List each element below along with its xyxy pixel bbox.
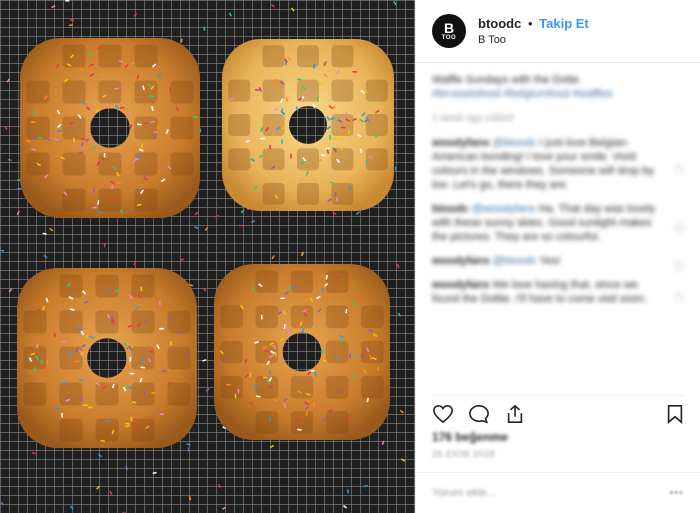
caption-tags[interactable]: #brusselsfood #belgiumfood #waffles: [432, 88, 613, 100]
edited-text: 1 week ago edited: [432, 113, 514, 124]
header-row: btoodc • Takip Et: [478, 16, 589, 31]
waffle-top-right: [222, 39, 394, 211]
edited-note: 1 week ago edited: [432, 111, 684, 126]
comment-item: woodyfans We love having that, since we …: [432, 278, 684, 306]
comments-list: Waffle Sundays with the Dotte. #brussels…: [416, 63, 700, 306]
comment-item: woodyfans @btoodc I just love Belgian-Am…: [432, 136, 684, 192]
avatar-subtext: TOO: [441, 35, 457, 41]
post-photo[interactable]: [0, 0, 415, 513]
display-name: B Too: [478, 34, 506, 46]
comment-like-icon[interactable]: [675, 261, 684, 270]
comment-item: woodyfans @btoodc Yes!: [432, 254, 684, 270]
comment-like-icon[interactable]: [675, 164, 684, 173]
comment-like-icon[interactable]: [675, 223, 684, 232]
post-side-panel: B TOO btoodc • Takip Et B Too Waffle Sun…: [415, 0, 700, 513]
comment-username[interactable]: btoodc: [432, 203, 469, 215]
comment-item: btoodc @woodyfans Ha. That day was lovel…: [432, 202, 684, 244]
bookmark-icon[interactable]: [666, 404, 684, 424]
waffle-photo-image: [0, 0, 415, 513]
avatar-letter: B: [443, 20, 455, 36]
comment-mention[interactable]: @btoodc: [493, 137, 537, 149]
caption: Waffle Sundays with the Dotte. #brussels…: [432, 73, 684, 101]
more-options-icon[interactable]: •••: [669, 487, 684, 499]
comment-mention[interactable]: @woodyfans: [472, 203, 536, 215]
header-info: btoodc • Takip Et B Too: [478, 16, 589, 46]
add-comment-input[interactable]: Yorum ekle...: [432, 487, 496, 499]
caption-text: Waffle Sundays with the Dotte.: [432, 74, 582, 86]
action-bar: [432, 395, 684, 424]
comment-text: Yes!: [539, 255, 561, 267]
waffle-bottom-left: [17, 268, 197, 448]
post-date: 26 EKİM 2018: [432, 449, 496, 459]
comment-username[interactable]: woodyfans: [432, 279, 489, 291]
heart-icon[interactable]: [432, 404, 454, 424]
comment-username[interactable]: woodyfans: [432, 137, 489, 149]
separator-dot: •: [527, 16, 533, 31]
waffle-bottom-right: [214, 264, 390, 440]
add-comment-area: Yorum ekle... •••: [416, 472, 700, 513]
comment-like-icon[interactable]: [675, 292, 684, 301]
comment-icon[interactable]: [468, 404, 490, 424]
follow-button[interactable]: Takip Et: [539, 16, 589, 31]
share-icon[interactable]: [504, 404, 526, 424]
post-header: B TOO btoodc • Takip Et B Too: [416, 0, 700, 63]
likes-count[interactable]: 176 beğenme: [432, 430, 508, 444]
avatar[interactable]: B TOO: [432, 14, 466, 48]
waffle-top-left: [20, 38, 200, 218]
comment-username[interactable]: woodyfans: [432, 255, 489, 267]
username-link[interactable]: btoodc: [478, 16, 521, 31]
comment-mention[interactable]: @btoodc: [493, 255, 537, 267]
